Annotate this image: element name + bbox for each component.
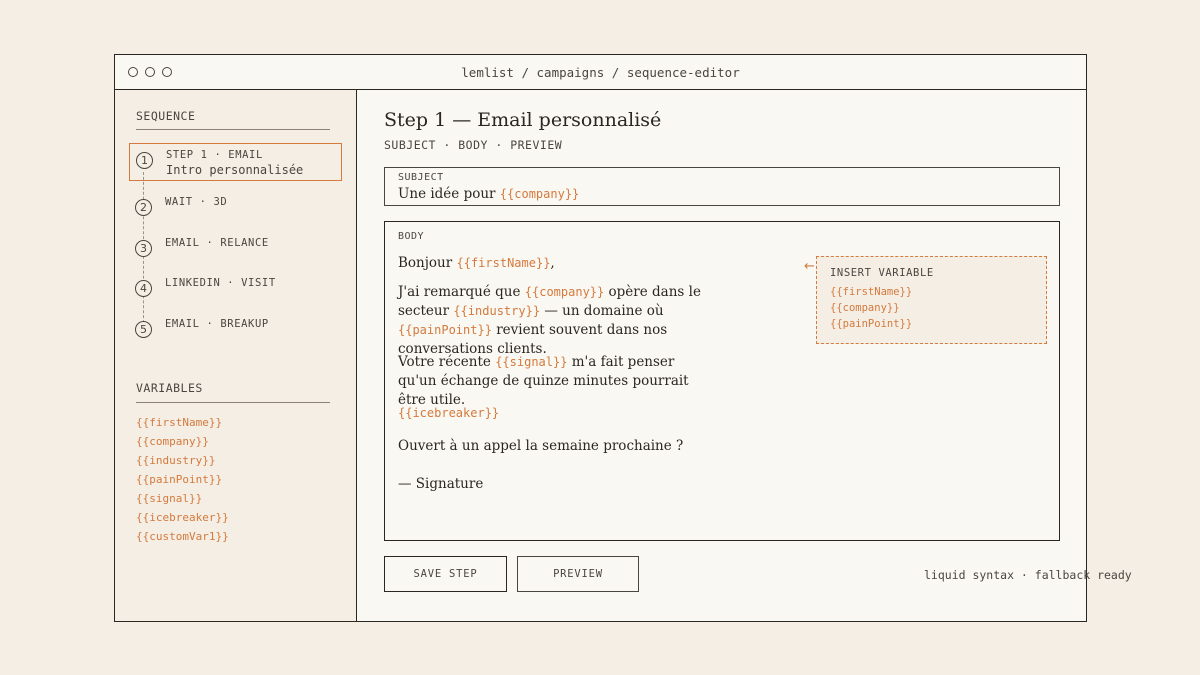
- body-paragraph: J'ai remarqué que {{company}} opère dans…: [398, 284, 701, 357]
- step-number-badge: 1: [136, 152, 153, 169]
- sequence-step-3[interactable]: 3 EMAIL · RELANCE: [129, 232, 342, 270]
- arrow-left-icon: ←: [804, 259, 815, 274]
- body-label: BODY: [398, 231, 425, 242]
- variable-item[interactable]: {{industry}}: [136, 451, 229, 470]
- sequence-heading: SEQUENCE: [136, 109, 196, 123]
- step-subtitle: Intro personnalisée: [166, 163, 304, 177]
- divider: [136, 129, 330, 130]
- variable-token: {{company}}: [499, 187, 580, 201]
- page-title: Step 1 — Email personnalisé: [384, 109, 662, 131]
- subject-field[interactable]: SUBJECT Une idée pour {{company}}: [384, 167, 1060, 206]
- step-number-badge: 5: [135, 321, 152, 338]
- variable-item[interactable]: {{customVar1}}: [136, 527, 229, 546]
- step-title: EMAIL · RELANCE: [165, 237, 269, 249]
- body-paragraph: Votre récente {{signal}} m'a fait penser…: [398, 354, 689, 408]
- variable-item[interactable]: {{painPoint}}: [136, 470, 229, 489]
- subject-label: SUBJECT: [398, 172, 444, 183]
- insert-variable-list: {{firstName}} {{company}} {{painPoint}}: [830, 284, 912, 332]
- sequence-step-1[interactable]: 1 STEP 1 · EMAIL Intro personnalisée: [129, 143, 342, 181]
- body-editor[interactable]: BODY Bonjour {{firstName}}, J'ai remarqu…: [384, 221, 1060, 541]
- variable-item[interactable]: {{icebreaker}}: [136, 508, 229, 527]
- variables-heading: VARIABLES: [136, 381, 203, 395]
- insert-variable-option[interactable]: {{firstName}}: [830, 284, 912, 300]
- step-number-badge: 4: [135, 280, 152, 297]
- variable-item[interactable]: {{company}}: [136, 432, 229, 451]
- variable-token: {{industry}}: [453, 304, 541, 318]
- variable-list: {{firstName}} {{company}} {{industry}} {…: [136, 413, 229, 546]
- variable-token: {{firstName}}: [456, 256, 551, 270]
- body-paragraph: Ouvert à un appel la semaine prochaine ?: [398, 438, 684, 454]
- step-title: STEP 1 · EMAIL: [166, 149, 263, 161]
- sidebar: SEQUENCE 1 STEP 1 · EMAIL Intro personna…: [115, 90, 357, 621]
- step-title: WAIT · 3D: [165, 196, 228, 208]
- icebreaker-token: {{icebreaker}}: [398, 406, 500, 420]
- insert-variable-title: INSERT VARIABLE: [830, 267, 934, 279]
- app-window: lemlist / campaigns / sequence-editor SE…: [114, 54, 1132, 622]
- sequence-step-2[interactable]: 2 WAIT · 3D: [129, 191, 342, 229]
- window-title: lemlist / campaigns / sequence-editor: [461, 65, 740, 80]
- step-title: EMAIL · BREAKUP: [165, 318, 269, 330]
- save-step-button[interactable]: SAVE STEP: [384, 556, 507, 592]
- variable-item[interactable]: {{firstName}}: [136, 413, 229, 432]
- variable-token: {{signal}}: [495, 355, 568, 369]
- step-number-badge: 3: [135, 240, 152, 257]
- preview-button[interactable]: PREVIEW: [517, 556, 639, 592]
- sequence-step-5[interactable]: 5 EMAIL · BREAKUP: [129, 313, 342, 351]
- syntax-note: liquid syntax · fallback ready: [924, 568, 1132, 582]
- greeting-line: Bonjour {{firstName}},: [398, 255, 555, 271]
- title-bar: lemlist / campaigns / sequence-editor: [115, 55, 1086, 90]
- signature: — Signature: [398, 476, 484, 492]
- step-number-badge: 2: [135, 199, 152, 216]
- sequence-step-4[interactable]: 4 LINKEDIN · VISIT: [129, 272, 342, 310]
- insert-variable-option[interactable]: {{company}}: [830, 300, 912, 316]
- subject-value[interactable]: Une idée pour {{company}}: [398, 186, 579, 202]
- step-title: LINKEDIN · VISIT: [165, 277, 276, 289]
- variable-token: {{company}}: [524, 285, 605, 299]
- variable-token: {{painPoint}}: [398, 323, 492, 337]
- section-tabs[interactable]: SUBJECT · BODY · PREVIEW: [384, 138, 562, 152]
- insert-variable-option[interactable]: {{painPoint}}: [830, 316, 912, 332]
- editor-panel: Step 1 — Email personnalisé SUBJECT · BO…: [358, 90, 1132, 621]
- insert-variable-panel: INSERT VARIABLE {{firstName}} {{company}…: [816, 256, 1047, 344]
- variable-item[interactable]: {{signal}}: [136, 489, 229, 508]
- divider: [136, 402, 330, 403]
